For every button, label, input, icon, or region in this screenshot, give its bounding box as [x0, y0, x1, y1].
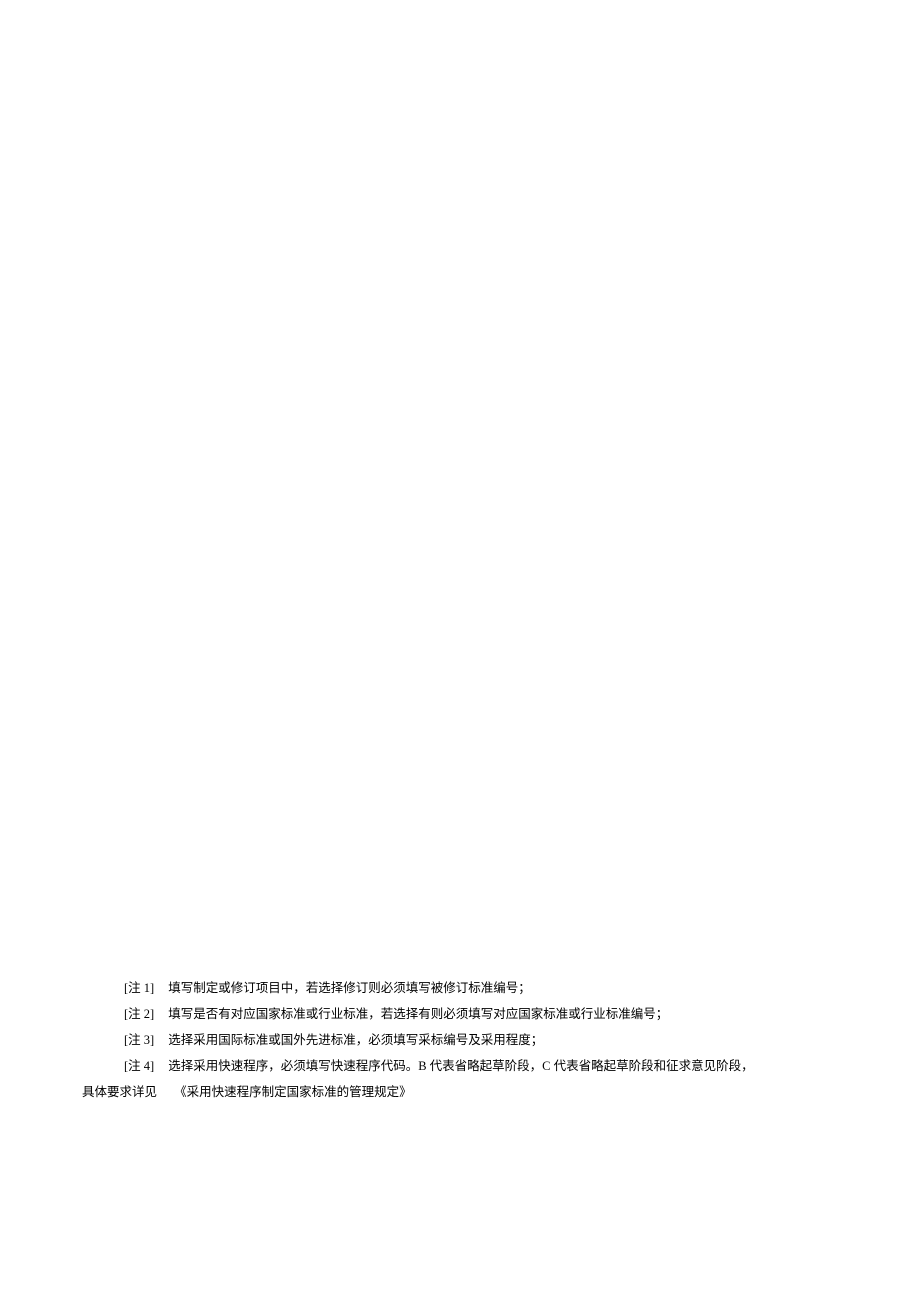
- note-label-4: [注 4]: [124, 1056, 154, 1076]
- note-text-4: 选择采用快速程序，必须填写快速程序代码。B 代表省略起草阶段，C 代表省略起草阶…: [168, 1056, 892, 1076]
- notes-container: [注 1] 填写制定或修订项目中，若选择修订则必须填写被修订标准编号； [注 2…: [82, 978, 892, 1102]
- note-text-3: 选择采用国际标准或国外先进标准，必须填写采标编号及采用程度；: [168, 1030, 892, 1050]
- note-label-2: [注 2]: [124, 1004, 154, 1024]
- note-item-4: [注 4] 选择采用快速程序，必须填写快速程序代码。B 代表省略起草阶段，C 代…: [82, 1056, 892, 1076]
- note-label-3: [注 3]: [124, 1030, 154, 1050]
- note-continuation: 具体要求详见 《采用快速程序制定国家标准的管理规定》: [82, 1082, 892, 1102]
- note-text-1: 填写制定或修订项目中，若选择修订则必须填写被修订标准编号；: [168, 978, 892, 998]
- note-text-2: 填写是否有对应国家标准或行业标准，若选择有则必须填写对应国家标准或行业标准编号；: [168, 1004, 892, 1024]
- note-continuation-prefix: 具体要求详见: [82, 1082, 157, 1102]
- note-item-1: [注 1] 填写制定或修订项目中，若选择修订则必须填写被修订标准编号；: [82, 978, 892, 998]
- note-continuation-text: 《采用快速程序制定国家标准的管理规定》: [174, 1085, 412, 1099]
- note-label-1: [注 1]: [124, 978, 154, 998]
- note-item-3: [注 3] 选择采用国际标准或国外先进标准，必须填写采标编号及采用程度；: [82, 1030, 892, 1050]
- note-item-2: [注 2] 填写是否有对应国家标准或行业标准，若选择有则必须填写对应国家标准或行…: [82, 1004, 892, 1024]
